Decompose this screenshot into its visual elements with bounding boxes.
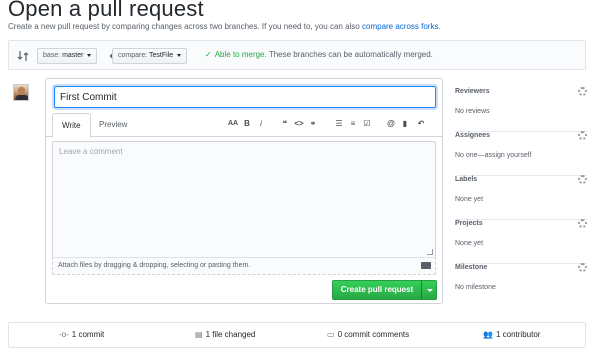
compare-branch-name: TestFile	[149, 52, 174, 59]
create-pull-request-button[interactable]: Create pull request	[332, 280, 422, 300]
compare-icon	[17, 51, 29, 61]
sidebar-projects[interactable]: Projects None yet	[455, 219, 587, 264]
base-branch-name: master	[62, 52, 84, 59]
markdown-icon	[421, 262, 431, 269]
tab-preview[interactable]: Preview	[90, 113, 136, 137]
mention-icon[interactable]: @	[384, 115, 398, 133]
unordered-list-icon[interactable]: ☰	[332, 115, 346, 133]
commits-count: 1 commit	[71, 330, 105, 339]
heading-icon[interactable]: AA	[226, 115, 240, 133]
gear-icon[interactable]	[578, 131, 587, 140]
italic-icon[interactable]: i	[254, 115, 268, 133]
sidebar-value: No milestone	[455, 284, 496, 291]
sidebar-heading: Labels	[455, 176, 478, 183]
sidebar-milestone[interactable]: Milestone No milestone	[455, 263, 587, 294]
people-icon: 👥	[483, 330, 493, 339]
page-subtitle: Create a new pull request by comparing c…	[8, 22, 441, 31]
compare-across-forks-link[interactable]: compare across forks	[362, 22, 438, 31]
resize-handle[interactable]	[427, 249, 433, 255]
sidebar-labels[interactable]: Labels None yet	[455, 175, 587, 220]
sidebar-value: No one—assign yourself	[455, 152, 532, 159]
comparison-stats: -o- 1 commit ▤ 1 file changed ▭ 0 commit co…	[8, 322, 586, 348]
sidebar-heading: Projects	[455, 220, 483, 227]
tab-write[interactable]: Write	[52, 113, 91, 138]
reply-icon[interactable]: ↶	[414, 115, 428, 133]
comment-textarea[interactable]: Leave a comment	[52, 141, 436, 257]
commit-icon: -o-	[59, 330, 69, 339]
gear-icon[interactable]	[578, 87, 587, 96]
gear-icon[interactable]	[578, 263, 587, 272]
merge-status: ✓ Able to merge. These branches can be au…	[205, 50, 433, 59]
bold-icon[interactable]: B	[240, 115, 254, 133]
sidebar-value: None yet	[455, 240, 484, 247]
avatar-body	[16, 95, 28, 100]
files-changed-count: 1 file changed	[205, 330, 256, 339]
task-list-icon[interactable]: ☑	[360, 115, 374, 133]
check-icon: ✓	[205, 50, 212, 59]
base-prefix: base:	[43, 52, 61, 59]
merge-ok-text: Able to merge.	[214, 50, 267, 59]
merge-detail-text: These branches can be automatically merg…	[268, 50, 433, 59]
pr-form: Write Preview AA B i ❝ <> ⚭ ☰ ≡ ☑ @ ▮ ↶ …	[45, 78, 443, 304]
create-options-dropdown[interactable]	[421, 280, 437, 300]
code-icon[interactable]: <>	[292, 115, 306, 133]
title-input[interactable]	[54, 86, 436, 108]
link-icon[interactable]: ⚭	[306, 115, 320, 133]
commits-stat[interactable]: -o- 1 commit	[59, 323, 104, 347]
commit-comments-count: 0 commit comments	[337, 330, 410, 339]
compare-branch-select[interactable]: compare: TestFile	[112, 48, 188, 64]
comment-icon: ▭	[327, 330, 335, 339]
chevron-down-icon	[87, 53, 92, 57]
markdown-toolbar: AA B i ❝ <> ⚭ ☰ ≡ ☑ @ ▮ ↶	[226, 115, 436, 133]
file-diff-icon: ▤	[195, 330, 203, 339]
avatar-face	[18, 87, 25, 95]
quote-icon[interactable]: ❝	[278, 115, 292, 133]
ordered-list-icon[interactable]: ≡	[346, 115, 360, 133]
sidebar-heading: Milestone	[455, 264, 488, 271]
contributors-count: 1 contributor	[495, 330, 541, 339]
sidebar-assignees[interactable]: Assignees No one—assign yourself	[455, 131, 587, 176]
chevron-down-icon	[177, 53, 182, 57]
sidebar-value: No reviews	[455, 108, 490, 115]
attach-files-bar[interactable]: Attach files by dragging & dropping, sel…	[52, 257, 436, 275]
comment-placeholder: Leave a comment	[59, 147, 123, 156]
commit-comments-stat[interactable]: ▭ 0 commit comments	[327, 323, 409, 347]
sidebar-heading: Assignees	[455, 132, 491, 139]
avatar	[13, 84, 29, 101]
subtitle-text: Create a new pull request by comparing c…	[8, 22, 360, 31]
bookmark-icon[interactable]: ▮	[398, 115, 412, 133]
page-title: Open a pull request	[8, 0, 204, 21]
compare-prefix: compare:	[118, 52, 148, 59]
gear-icon[interactable]	[578, 175, 587, 184]
files-changed-stat[interactable]: ▤ 1 file changed	[195, 323, 255, 347]
base-branch-select[interactable]: base: master	[37, 48, 98, 64]
contributors-stat[interactable]: 👥 1 contributor	[483, 323, 540, 347]
compare-bar: base: master compare: TestFile ✓ Able to …	[8, 40, 586, 70]
subtitle-period: .	[438, 22, 441, 31]
sidebar-reviewers[interactable]: Reviewers No reviews	[455, 87, 587, 132]
sidebar-value: None yet	[455, 196, 484, 203]
attach-files-text: Attach files by dragging & dropping, sel…	[58, 262, 251, 269]
sidebar-heading: Reviewers	[455, 88, 490, 95]
gear-icon[interactable]	[578, 219, 587, 228]
